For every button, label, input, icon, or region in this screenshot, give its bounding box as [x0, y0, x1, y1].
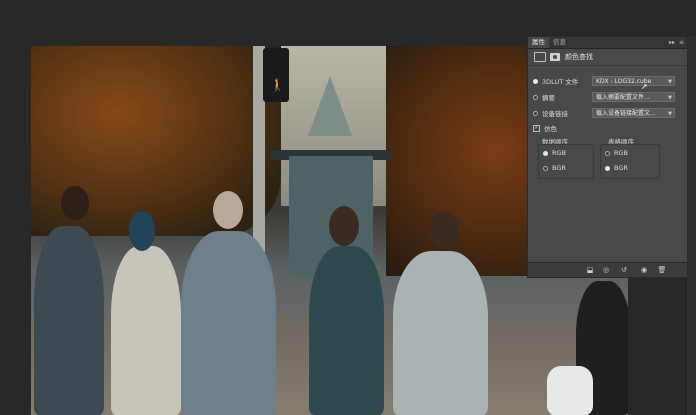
table-order-bgr[interactable]: BGR: [605, 164, 628, 172]
data-order-bgr[interactable]: BGR: [543, 164, 566, 172]
tab-properties[interactable]: 属性: [528, 37, 549, 48]
select-device-link-value: 载入设备链接配置文...: [596, 110, 656, 117]
adjustment-title: 颜色查找: [565, 53, 593, 61]
pedestrian-gray-shirt: [34, 226, 104, 415]
select-abstract-profile[interactable]: 载入摘要配置文件... ▼: [592, 92, 675, 102]
pedestrian-head: [61, 186, 89, 220]
pedestrian-besiktas: [393, 251, 488, 415]
chevron-down-icon: ▼: [668, 111, 672, 117]
table-order-bgr-label: BGR: [614, 164, 628, 172]
chevron-down-icon: ▼: [668, 95, 672, 101]
data-order-bgr-label: BGR: [552, 164, 566, 172]
clip-to-layer-icon[interactable]: ⬓: [585, 265, 595, 275]
traffic-light: 🚶: [263, 48, 289, 102]
plastic-bag: [547, 366, 593, 415]
select-abstract-value: 载入摘要配置文件...: [596, 94, 650, 101]
visibility-icon[interactable]: ◉: [639, 265, 649, 275]
dither-checkbox[interactable]: ✓: [533, 124, 540, 132]
radio-data-order-bgr[interactable]: [543, 165, 548, 171]
option-device-link[interactable]: 设备链接 载入设备链接配置文... ▼: [533, 107, 682, 119]
table-order-rgb-label: RGB: [614, 149, 629, 157]
adjustment-layer-icon[interactable]: [534, 52, 546, 62]
select-device-link-profile[interactable]: 载入设备链接配置文... ▼: [592, 108, 675, 118]
radio-table-order-bgr[interactable]: [605, 165, 610, 171]
pedestrian-headscarf: [111, 246, 181, 415]
data-order-rgb-label: RGB: [552, 149, 567, 157]
radio-abstract[interactable]: [533, 94, 538, 100]
data-order-rgb[interactable]: RGB: [543, 149, 566, 157]
option-3dlut[interactable]: 3DLUT 文件 KDX - LOG32.cube ▼: [533, 75, 682, 87]
pedestrian-plaid-shirt: [181, 231, 276, 415]
kiosk-spire: [308, 76, 352, 136]
option-abstract[interactable]: 摘要 载入摘要配置文件... ▼: [533, 91, 682, 103]
panel-tab-bar: 属性 信息 ▸▸ ≡: [528, 37, 687, 49]
mouse-cursor-icon: ➚: [641, 82, 648, 91]
label-device-link: 设备链接: [542, 110, 568, 118]
collapse-panel-icon[interactable]: ▸▸: [669, 37, 675, 48]
trash-icon[interactable]: 🗑: [657, 265, 667, 275]
table-order-rgb[interactable]: RGB: [605, 149, 628, 157]
dither-label: 仿色: [544, 125, 557, 133]
radio-table-order-rgb[interactable]: [605, 150, 610, 156]
pedestrian-woman-dress: [309, 246, 384, 415]
panel-menu-icon[interactable]: ≡: [679, 37, 684, 48]
pedestrian-plaid-head: [213, 191, 243, 229]
label-abstract: 摘要: [542, 94, 555, 102]
reset-icon[interactable]: ↺: [619, 265, 629, 275]
pedestrian-woman-head: [329, 206, 359, 246]
dither-row[interactable]: ✓ 仿色: [533, 122, 682, 134]
tab-info[interactable]: 信息: [549, 37, 570, 48]
radio-data-order-rgb[interactable]: [543, 150, 548, 156]
select-3dlut-file[interactable]: KDX - LOG32.cube ▼: [592, 76, 675, 86]
walk-signal-icon: 🚶: [270, 78, 285, 92]
table-order-group: RGB BGR: [600, 144, 660, 179]
chevron-down-icon: ▼: [668, 79, 672, 85]
pedestrian-headscarf-head: [129, 211, 155, 251]
view-previous-icon[interactable]: ◎: [601, 265, 611, 275]
pedestrian-besiktas-head: [429, 211, 459, 249]
radio-3dlut[interactable]: [533, 78, 538, 84]
adjustment-header: 颜色查找: [528, 49, 687, 66]
panel-footer: ⬓ ◎ ↺ ◉ 🗑: [528, 262, 687, 277]
mask-icon[interactable]: [550, 53, 560, 61]
data-order-group: RGB BGR: [538, 144, 594, 179]
properties-panel: 属性 信息 ▸▸ ≡ 颜色查找 3DLUT 文件 KDX - LOG32.cub…: [527, 36, 688, 278]
label-3dlut: 3DLUT 文件: [542, 78, 579, 86]
radio-device-link[interactable]: [533, 110, 538, 116]
